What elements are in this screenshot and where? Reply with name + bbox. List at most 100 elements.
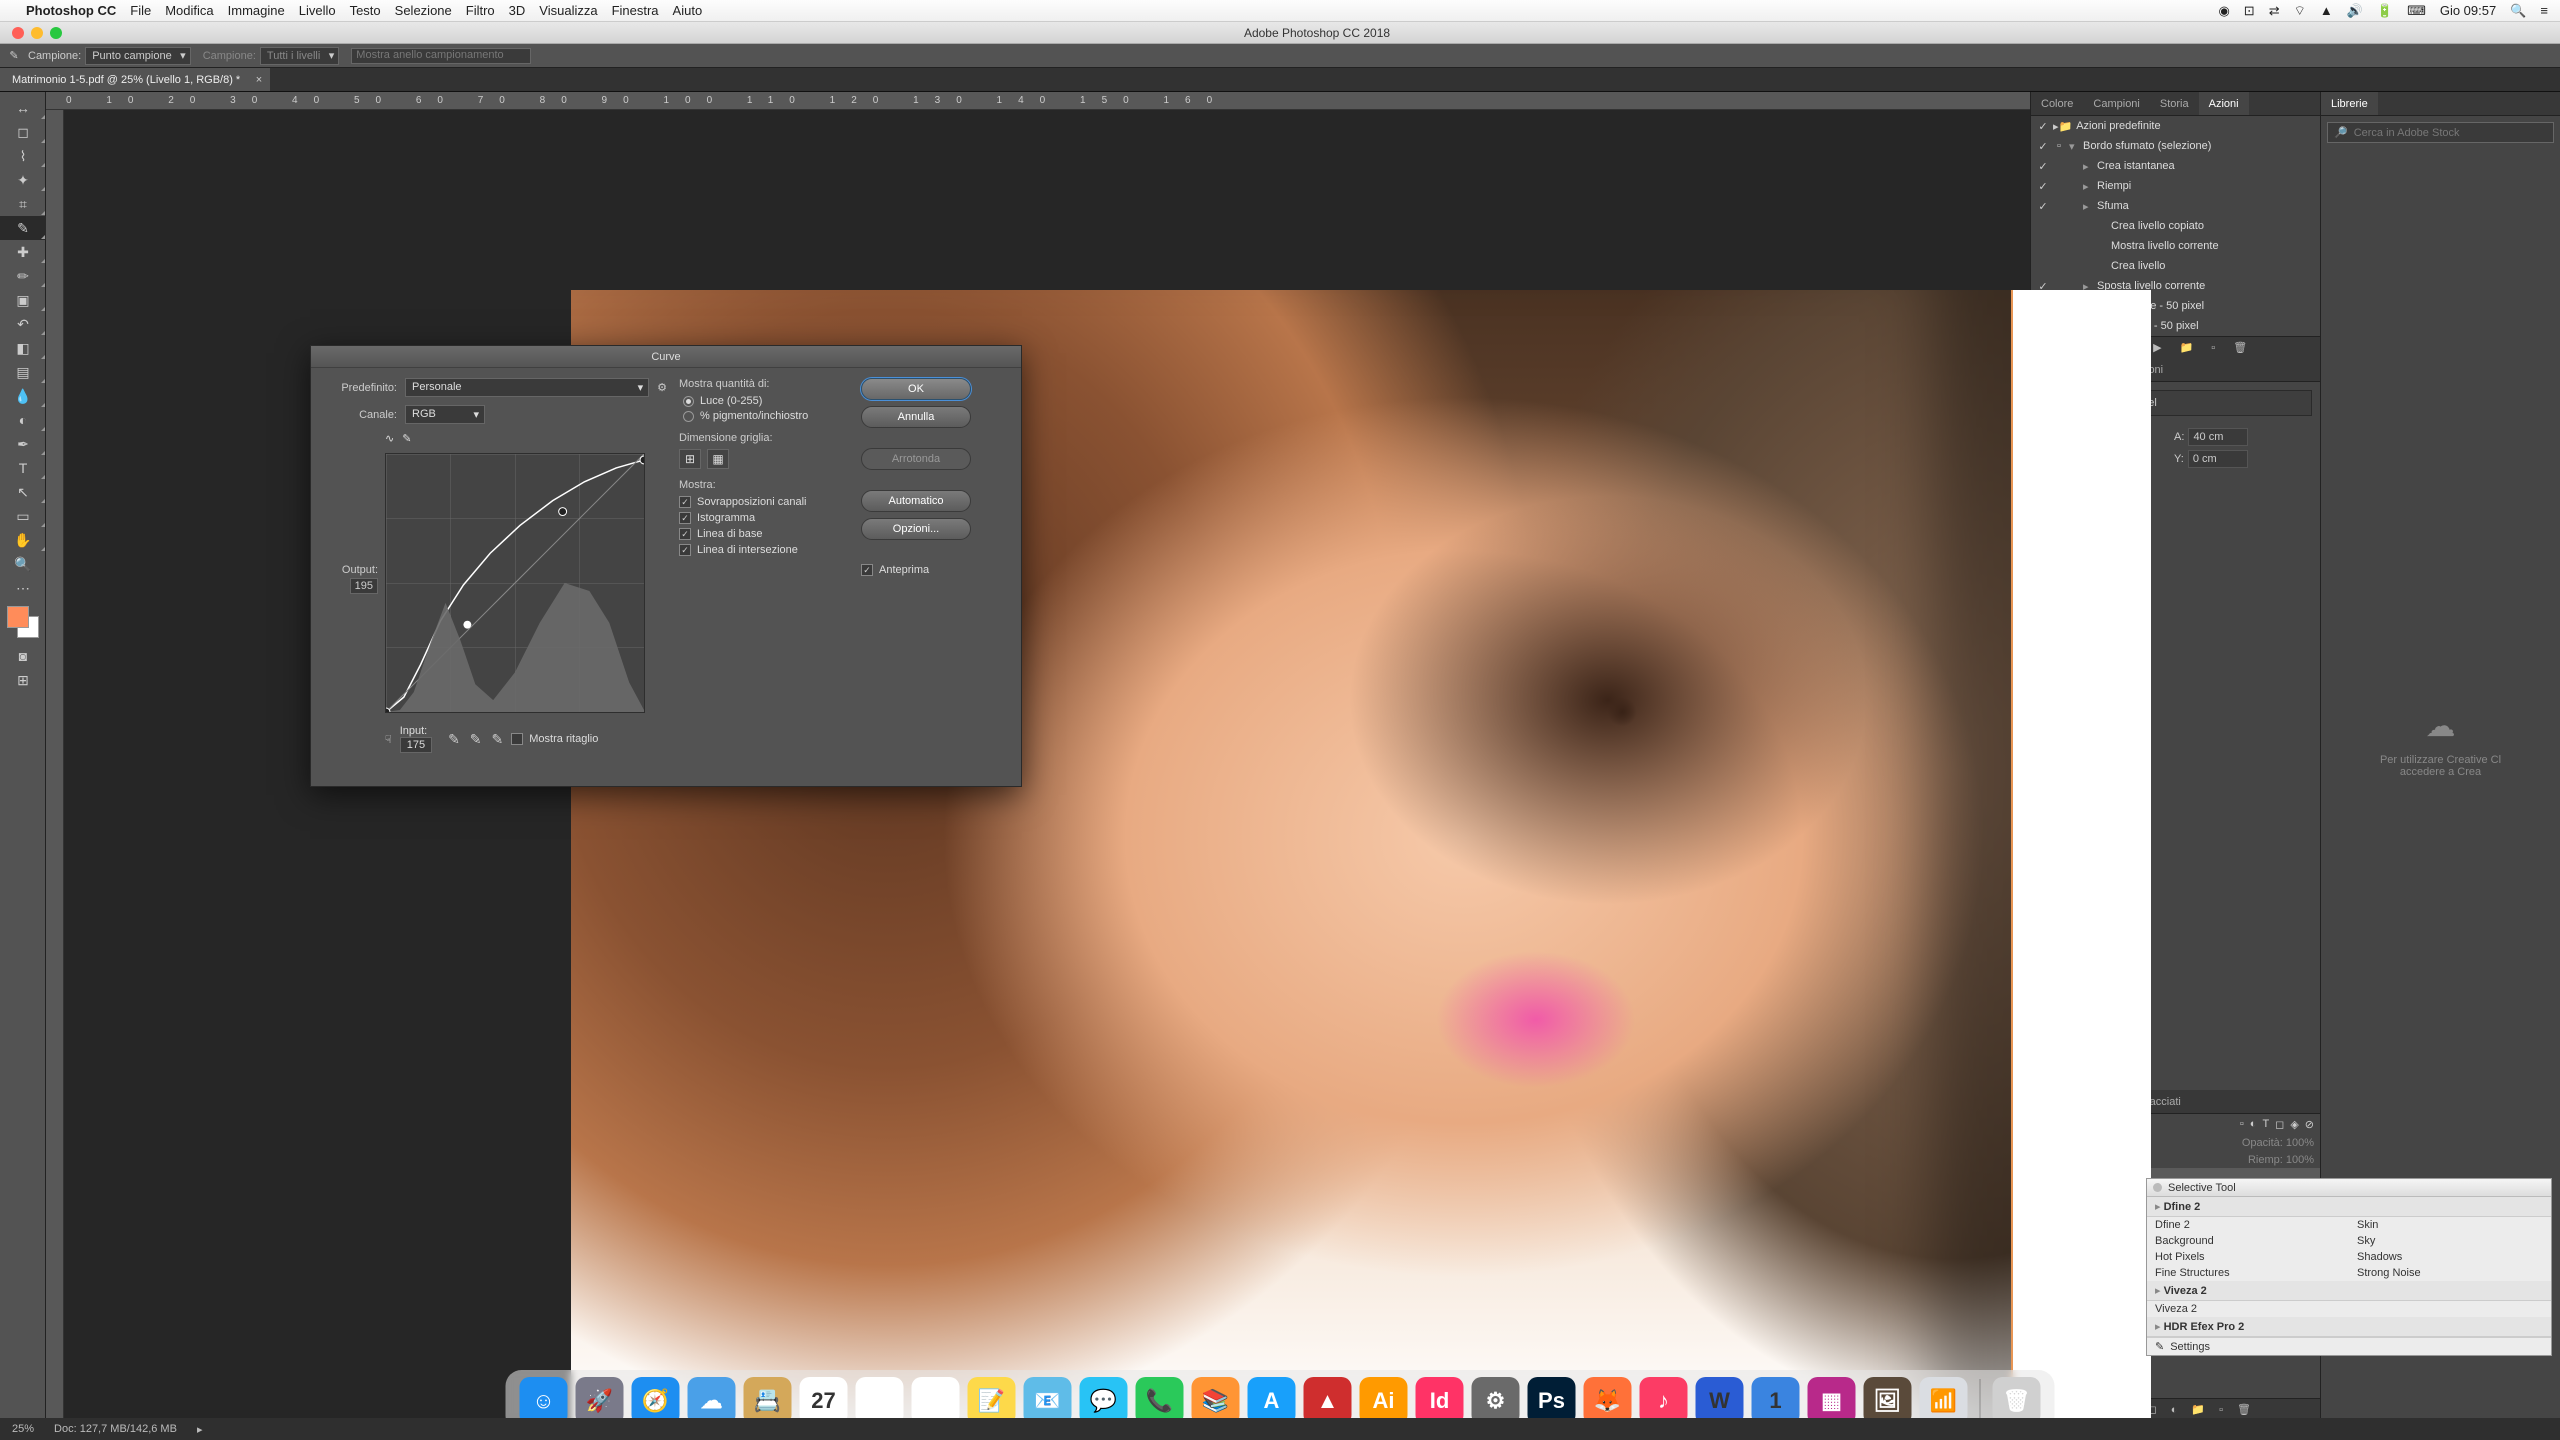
edit-toolbar[interactable]: ⋯ — [0, 576, 46, 600]
st-item[interactable]: Background — [2147, 1233, 2349, 1249]
tab-actions[interactable]: Azioni — [2199, 92, 2249, 115]
filter-pixel-icon[interactable]: ▫ — [2240, 1118, 2244, 1131]
curves-graph[interactable]: Output: 195 — [385, 453, 645, 713]
chk-intersection[interactable]: ✓ — [679, 544, 691, 556]
ruler-vertical[interactable] — [46, 110, 64, 1420]
st-settings[interactable]: Settings — [2170, 1341, 2210, 1353]
st-cat-dfine[interactable]: Dfine 2 — [2147, 1197, 2551, 1217]
tab-swatches[interactable]: Campioni — [2083, 92, 2149, 115]
delete-layer-icon[interactable]: 🗑 — [2237, 1403, 2251, 1416]
st-item[interactable]: Fine Structures — [2147, 1265, 2349, 1281]
tab-color[interactable]: Colore — [2031, 92, 2083, 115]
st-item[interactable]: Viveza 2 — [2147, 1301, 2349, 1317]
eraser-tool[interactable]: ◧ — [0, 336, 46, 360]
menu-view[interactable]: Visualizza — [539, 3, 597, 18]
ruler-horizontal[interactable]: 0 10 20 30 40 50 60 70 80 90 100 110 120… — [46, 92, 2030, 110]
wifi-icon[interactable]: ⌔ — [2294, 3, 2306, 19]
menu-window[interactable]: Finestra — [612, 3, 659, 18]
options-button[interactable]: Opzioni... — [861, 518, 971, 540]
display-icon[interactable]: ⇄ — [2269, 3, 2280, 19]
radio-light[interactable] — [683, 396, 694, 407]
notif-icon[interactable]: ≡ — [2540, 3, 2548, 18]
move-tool[interactable]: ↔ — [0, 96, 46, 120]
st-item[interactable]: Skin — [2349, 1217, 2551, 1233]
ok-button[interactable]: OK — [861, 378, 971, 400]
dialog-title[interactable]: Curve — [311, 346, 1021, 368]
bt-icon[interactable]: ▲ — [2320, 3, 2333, 18]
auto-button[interactable]: Automatico — [861, 490, 971, 512]
shape-tool[interactable]: ▭ — [0, 504, 46, 528]
st-item[interactable]: Dfine 2 — [2147, 1217, 2349, 1233]
st-item[interactable]: Sky — [2349, 1233, 2551, 1249]
new-set-icon[interactable]: 📁 — [2180, 341, 2194, 354]
gradient-tool[interactable]: ▤ — [0, 360, 46, 384]
radio-pigment[interactable] — [683, 411, 694, 422]
opacity-value[interactable]: 100% — [2286, 1137, 2314, 1149]
cc-icon[interactable]: ◉ — [2218, 3, 2229, 19]
fill-value[interactable]: 100% — [2286, 1154, 2314, 1166]
chk-overlay[interactable]: ✓ — [679, 496, 691, 508]
preset-menu-icon[interactable]: ⚙ — [657, 381, 667, 394]
action-item[interactable]: Crea livello — [2111, 260, 2314, 272]
action-item[interactable]: Mostra livello corrente — [2111, 240, 2314, 252]
action-item[interactable]: Crea livello copiato — [2111, 220, 2314, 232]
filter-shape-icon[interactable]: ◻ — [2275, 1118, 2284, 1131]
grid-small-icon[interactable]: ⊞ — [679, 449, 701, 469]
battery-icon[interactable]: 🔋 — [2377, 3, 2393, 19]
lasso-tool[interactable]: ⌇ — [0, 144, 46, 168]
sample-size-select[interactable]: Punto campione — [85, 47, 191, 65]
menu-image[interactable]: Immagine — [228, 3, 285, 18]
chk-baseline[interactable]: ✓ — [679, 528, 691, 540]
path-tool[interactable]: ↖ — [0, 480, 46, 504]
status-menu-icon[interactable]: ▸ — [197, 1423, 203, 1436]
dodge-tool[interactable]: ◐ — [0, 408, 46, 432]
filter-type-icon[interactable]: T — [2262, 1118, 2269, 1131]
search-lib-input[interactable]: Cerca in Adobe Stock — [2354, 127, 2460, 139]
menu-text[interactable]: Testo — [350, 3, 381, 18]
black-point-eyedropper-icon[interactable]: ✎ — [448, 731, 460, 748]
filter-smart-icon[interactable]: ◈ — [2290, 1118, 2298, 1131]
crop-tool[interactable]: ⌗ — [0, 192, 46, 216]
filter-toggle-icon[interactable]: ⊘ — [2305, 1118, 2314, 1131]
zoom-level[interactable]: 25% — [12, 1423, 34, 1435]
input-value[interactable]: 175 — [400, 737, 432, 753]
filter-adjust-icon[interactable]: ◐ — [2250, 1118, 2257, 1131]
cancel-button[interactable]: Annulla — [861, 406, 971, 428]
pen-tool[interactable]: ✒ — [0, 432, 46, 456]
action-item[interactable]: Riempi — [2097, 180, 2314, 192]
marquee-tool[interactable]: ◻ — [0, 120, 46, 144]
adjustment-icon[interactable]: ◐ — [2171, 1404, 2178, 1416]
action-folder-icon[interactable]: ▸📁 — [2053, 120, 2072, 133]
preset-select[interactable]: Personale — [405, 378, 649, 397]
new-action-icon[interactable]: ▫ — [2211, 342, 2215, 354]
curve-draw-icon[interactable]: ∿ — [385, 432, 394, 445]
preview-checkbox[interactable]: ✓ — [861, 564, 873, 576]
play-icon[interactable]: ▶ — [2153, 341, 2161, 354]
hand-tool[interactable]: ✋ — [0, 528, 46, 552]
zoom-tool[interactable]: 🔍 — [0, 552, 46, 576]
history-brush-tool[interactable]: ↶ — [0, 312, 46, 336]
show-clipping-checkbox[interactable] — [511, 733, 523, 745]
action-item[interactable]: Sfuma — [2097, 200, 2314, 212]
stamp-tool[interactable]: ▣ — [0, 288, 46, 312]
menu-help[interactable]: Aiuto — [673, 3, 703, 18]
trash-icon[interactable]: 🗑 — [2233, 341, 2247, 354]
finger-icon[interactable]: ☟ — [385, 733, 392, 746]
white-point-eyedropper-icon[interactable]: ✎ — [492, 731, 504, 748]
doc-tab-active[interactable]: Matrimonio 1-5.pdf @ 25% (Livello 1, RGB… — [0, 68, 270, 91]
clock[interactable]: Gio 09:57 — [2440, 3, 2496, 18]
group-icon[interactable]: 📁 — [2191, 1403, 2205, 1416]
tab-history[interactable]: Storia — [2150, 92, 2199, 115]
channel-select[interactable]: RGB — [405, 405, 485, 424]
prop-y-input[interactable] — [2188, 450, 2248, 468]
action-item[interactable]: Bordo sfumato (selezione) — [2083, 140, 2314, 152]
menu-select[interactable]: Selezione — [395, 3, 452, 18]
menu-edit[interactable]: Modifica — [165, 3, 213, 18]
minimize-window[interactable] — [31, 27, 43, 39]
st-cat-hdr[interactable]: HDR Efex Pro 2 — [2147, 1317, 2551, 1337]
nik-selective-tool[interactable]: Selective Tool Dfine 2 Dfine 2Skin Backg… — [2146, 1178, 2552, 1356]
action-item[interactable]: Crea istantanea — [2097, 160, 2314, 172]
doc-size[interactable]: Doc: 127,7 MB/142,6 MB — [54, 1423, 177, 1435]
st-brush-icon[interactable]: ✎ — [2155, 1340, 2164, 1353]
color-swatches[interactable] — [7, 606, 39, 638]
